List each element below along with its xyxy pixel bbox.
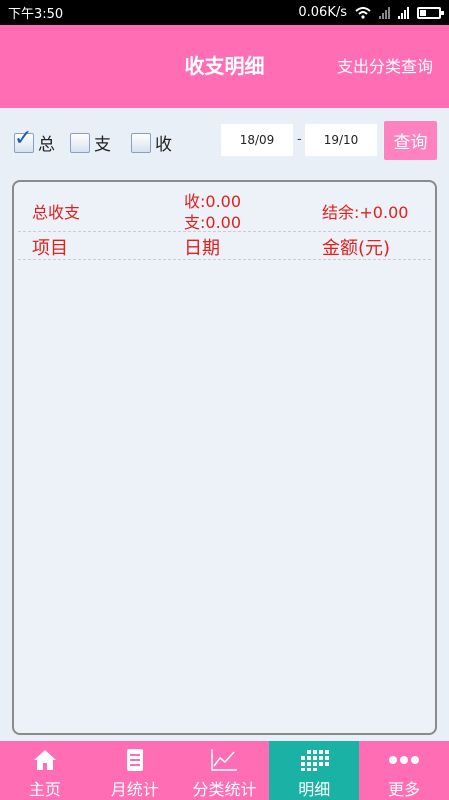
column-header-date: 日期 <box>184 238 220 259</box>
grid-calendar-icon <box>299 747 330 772</box>
line-chart-icon <box>210 747 238 772</box>
tab-home[interactable]: 主页 <box>0 741 90 800</box>
date-to-field[interactable]: 19/10 <box>305 124 377 156</box>
status-indicators: 0.06K/s <box>298 5 444 20</box>
wifi-icon <box>355 6 371 19</box>
checkbox-label-income: 收 <box>155 135 172 155</box>
signal-icon <box>398 6 409 19</box>
tab-details[interactable]: 明细 <box>269 741 360 800</box>
filter-bar: ✓ 总 支 收 18/09 - 19/10 查询 <box>0 108 449 174</box>
signal-icon-secondary <box>379 6 390 19</box>
tab-more-label: 更多 <box>388 780 421 799</box>
tab-more[interactable]: 更多 <box>359 741 449 800</box>
results-panel: 总收支 收:0.00 支:0.00 结余:+0.00 项目 日期 金额(元) <box>12 180 437 735</box>
status-time: 下午3:50 <box>8 7 64 22</box>
column-header-amount: 金额(元) <box>322 238 391 259</box>
check-icon: ✓ <box>14 125 33 151</box>
summary-label: 总收支 <box>32 203 81 222</box>
summary-expense: 支:0.00 <box>184 213 242 232</box>
column-header-item: 项目 <box>32 238 68 259</box>
network-speed: 0.06K/s <box>298 5 347 20</box>
tab-category-stats[interactable]: 分类统计 <box>180 741 270 800</box>
category-query-link[interactable]: 支出分类查询 <box>337 25 433 108</box>
tab-home-label: 主页 <box>28 780 61 799</box>
tab-details-label: 明细 <box>298 780 331 799</box>
checkbox-box-income[interactable] <box>131 132 151 153</box>
tab-monthly[interactable]: 月统计 <box>90 741 180 800</box>
table-header: 项目 日期 金额(元) <box>18 232 431 260</box>
checkbox-expense[interactable]: 支 <box>70 130 111 155</box>
checkbox-label-expense: 支 <box>94 135 111 155</box>
bottom-tab-bar: 主页 月统计 分类统计 明细 更多 <box>0 741 449 800</box>
checkbox-box-expense[interactable] <box>70 132 90 153</box>
query-button[interactable]: 查询 <box>384 121 437 160</box>
summary-row: 总收支 收:0.00 支:0.00 结余:+0.00 <box>18 182 431 232</box>
home-icon <box>33 747 57 772</box>
date-separator: - <box>297 132 302 147</box>
tab-monthly-label: 月统计 <box>110 780 159 799</box>
checkbox-label-total: 总 <box>38 135 55 155</box>
document-icon <box>126 747 144 772</box>
checkbox-box-total[interactable]: ✓ <box>14 127 34 153</box>
checkbox-total[interactable]: ✓ 总 <box>14 127 55 155</box>
checkbox-income[interactable]: 收 <box>131 130 172 155</box>
battery-icon <box>417 6 444 19</box>
app-header: 收支明细 支出分类查询 <box>0 25 449 108</box>
summary-balance: 结余:+0.00 <box>322 203 409 222</box>
more-dots-icon <box>388 747 420 772</box>
date-from-field[interactable]: 18/09 <box>221 124 293 156</box>
status-bar: 下午3:50 0.06K/s <box>0 0 449 25</box>
tab-category-stats-label: 分类统计 <box>192 780 257 799</box>
